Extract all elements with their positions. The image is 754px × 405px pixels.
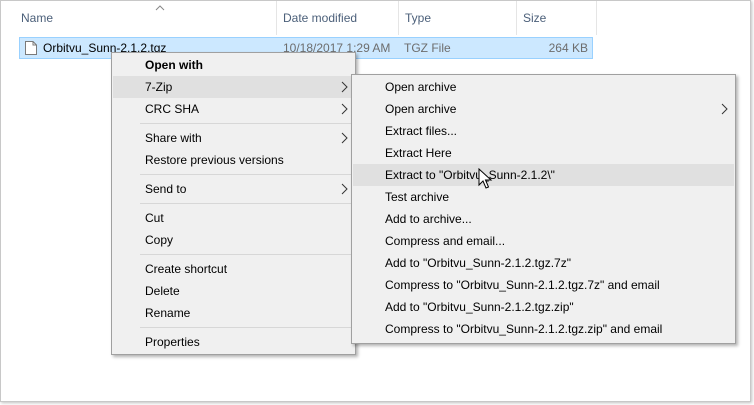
submenu-item-add-to-7z[interactable]: Add to "Orbitvu_Sunn-2.1.2.tgz.7z" bbox=[353, 252, 734, 274]
menu-item-label: Open archive bbox=[385, 102, 457, 116]
menu-item-label: Extract to "Orbitvu_Sunn-2.1.2\" bbox=[385, 168, 555, 182]
column-header-date-label: Date modified bbox=[283, 11, 358, 25]
submenu-item-compress-to-zip-email[interactable]: Compress to "Orbitvu_Sunn-2.1.2.tgz.zip"… bbox=[353, 318, 734, 340]
column-header-name[interactable]: Name bbox=[15, 1, 277, 35]
submenu-7zip: Open archive Open archive Extract files.… bbox=[351, 74, 736, 344]
column-header-size-label: Size bbox=[523, 11, 547, 25]
submenu-item-add-to-zip[interactable]: Add to "Orbitvu_Sunn-2.1.2.tgz.zip" bbox=[353, 296, 734, 318]
menu-item-cut[interactable]: Cut bbox=[113, 207, 354, 229]
menu-item-label: Open with bbox=[145, 58, 203, 72]
menu-item-label: Share with bbox=[145, 131, 202, 145]
menu-item-send-to[interactable]: Send to bbox=[113, 178, 354, 200]
submenu-item-extract-here[interactable]: Extract Here bbox=[353, 142, 734, 164]
menu-item-label: Compress to "Orbitvu_Sunn-2.1.2.tgz.7z" … bbox=[385, 278, 660, 292]
submenu-item-compress-and-email[interactable]: Compress and email... bbox=[353, 230, 734, 252]
menu-item-copy[interactable]: Copy bbox=[113, 229, 354, 251]
menu-item-create-shortcut[interactable]: Create shortcut bbox=[113, 258, 354, 280]
chevron-right-icon bbox=[341, 183, 348, 195]
menu-item-7zip[interactable]: 7-Zip bbox=[113, 76, 354, 98]
file-type: TGZ File bbox=[404, 41, 451, 55]
submenu-item-compress-to-7z-email[interactable]: Compress to "Orbitvu_Sunn-2.1.2.tgz.7z" … bbox=[353, 274, 734, 296]
menu-item-label: Add to "Orbitvu_Sunn-2.1.2.tgz.7z" bbox=[385, 256, 571, 270]
menu-item-label: Properties bbox=[145, 335, 200, 349]
column-header-size[interactable]: Size bbox=[517, 1, 597, 35]
menu-item-label: Compress to "Orbitvu_Sunn-2.1.2.tgz.zip"… bbox=[385, 322, 663, 336]
menu-item-label: Copy bbox=[145, 233, 174, 247]
menu-item-label: Extract Here bbox=[385, 146, 452, 160]
column-header-name-label: Name bbox=[21, 11, 54, 25]
menu-item-label: Add to "Orbitvu_Sunn-2.1.2.tgz.zip" bbox=[385, 300, 574, 314]
file-size: 264 KB bbox=[548, 41, 588, 55]
column-header-date-modified[interactable]: Date modified bbox=[277, 1, 399, 35]
mouse-pointer-icon bbox=[478, 168, 493, 189]
submenu-item-test-archive[interactable]: Test archive bbox=[353, 186, 734, 208]
chevron-right-icon bbox=[341, 81, 348, 93]
menu-item-label: Create shortcut bbox=[145, 262, 228, 276]
menu-item-label: Extract files... bbox=[385, 124, 458, 138]
menu-item-label: Open archive bbox=[385, 80, 457, 94]
chevron-right-icon bbox=[721, 103, 728, 115]
menu-item-label: Add to archive... bbox=[385, 212, 472, 226]
menu-separator bbox=[140, 123, 353, 124]
menu-item-label: Cut bbox=[145, 211, 164, 225]
context-menu: Open with 7-Zip CRC SHA Share with Resto… bbox=[111, 52, 356, 355]
menu-separator bbox=[140, 254, 353, 255]
menu-item-label: 7-Zip bbox=[145, 80, 173, 94]
submenu-item-open-archive[interactable]: Open archive bbox=[353, 76, 734, 98]
submenu-item-add-to-archive[interactable]: Add to archive... bbox=[353, 208, 734, 230]
column-header-bar: Name Date modified Type Size bbox=[1, 1, 601, 35]
menu-item-label: Restore previous versions bbox=[145, 153, 284, 167]
menu-item-label: Rename bbox=[145, 306, 191, 320]
column-header-type[interactable]: Type bbox=[399, 1, 517, 35]
menu-item-label: Test archive bbox=[385, 190, 450, 204]
menu-item-label: CRC SHA bbox=[145, 102, 200, 116]
menu-separator bbox=[140, 203, 353, 204]
menu-item-restore-previous-versions[interactable]: Restore previous versions bbox=[113, 149, 354, 171]
submenu-item-extract-files[interactable]: Extract files... bbox=[353, 120, 734, 142]
column-header-type-label: Type bbox=[405, 11, 432, 25]
submenu-item-open-archive-more[interactable]: Open archive bbox=[353, 98, 734, 120]
sort-up-icon bbox=[155, 5, 165, 11]
menu-item-crc-sha[interactable]: CRC SHA bbox=[113, 98, 354, 120]
submenu-item-extract-to[interactable]: Extract to "Orbitvu_Sunn-2.1.2\" bbox=[353, 164, 734, 186]
menu-item-share-with[interactable]: Share with bbox=[113, 127, 354, 149]
chevron-right-icon bbox=[341, 132, 348, 144]
menu-item-properties[interactable]: Properties bbox=[113, 331, 354, 353]
chevron-right-icon bbox=[341, 103, 348, 115]
menu-separator bbox=[140, 327, 353, 328]
menu-separator bbox=[140, 174, 353, 175]
menu-item-rename[interactable]: Rename bbox=[113, 302, 354, 324]
menu-item-label: Delete bbox=[145, 284, 180, 298]
menu-item-open-with[interactable]: Open with bbox=[113, 54, 354, 76]
file-icon bbox=[25, 41, 37, 55]
menu-item-label: Compress and email... bbox=[385, 234, 506, 248]
menu-item-delete[interactable]: Delete bbox=[113, 280, 354, 302]
menu-item-label: Send to bbox=[145, 182, 187, 196]
